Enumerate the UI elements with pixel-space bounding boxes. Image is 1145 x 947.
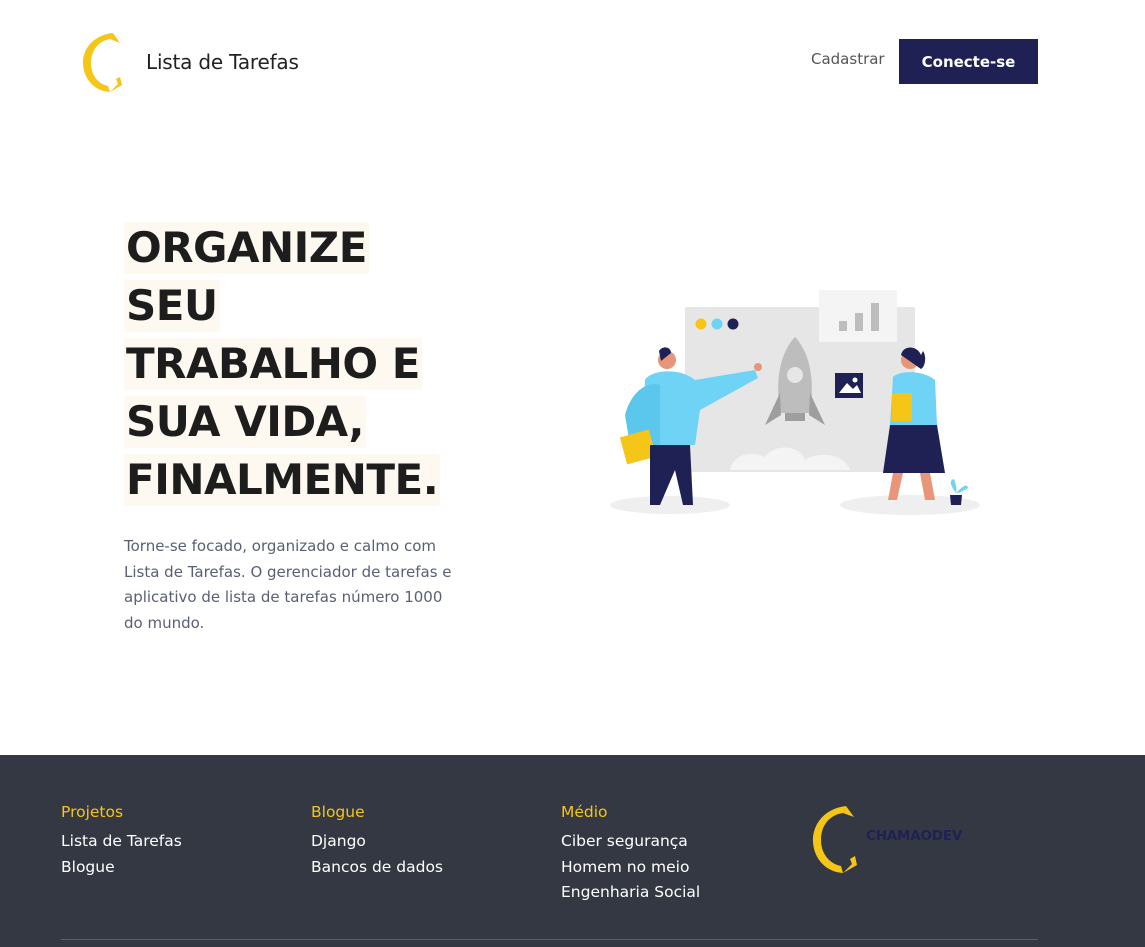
- hero-title: ORGANIZE SEU TRABALHO E SUA VIDA, FINALM…: [124, 222, 464, 512]
- hero-title-line: TRABALHO E: [124, 338, 422, 390]
- site-header: Lista de Tarefas Cadastrar Conecte-se: [0, 0, 1145, 125]
- footer-link[interactable]: Lista de Tarefas: [61, 829, 182, 855]
- footer-divider: [61, 939, 1038, 940]
- hero-illustration: [610, 290, 980, 515]
- brand-logo-icon: [82, 33, 122, 92]
- footer-column-title: Projetos: [61, 803, 124, 821]
- login-button[interactable]: Conecte-se: [899, 39, 1038, 84]
- hero-title-line: SUA VIDA,: [124, 396, 366, 448]
- footer-column-title: Médio: [561, 803, 608, 821]
- footer-column-projetos: Projetos Lista de Tarefas Blogue: [61, 803, 182, 880]
- hero-description: Torne-se focado, organizado e calmo com …: [124, 537, 452, 632]
- footer-column-title: Blogue: [311, 803, 365, 821]
- footer-link[interactable]: Blogue: [61, 855, 182, 881]
- footer-brand-name: CHAMAODEV: [866, 828, 963, 844]
- hero-title-line: FINALMENTE.: [124, 454, 441, 506]
- footer-column-blogue: Blogue Django Bancos de dados: [311, 803, 443, 880]
- hero-title-line: ORGANIZE: [124, 222, 369, 274]
- footer-column-medio: Médio Ciber segurança Homem no meio Enge…: [561, 803, 700, 906]
- footer-link[interactable]: Django: [311, 829, 443, 855]
- footer-link[interactable]: Homem no meio: [561, 855, 700, 881]
- hero-title-line: SEU: [124, 280, 220, 332]
- footer-logo-icon: [812, 806, 857, 873]
- footer-link[interactable]: Engenharia Social: [561, 880, 700, 906]
- site-footer: Projetos Lista de Tarefas Blogue Blogue …: [0, 755, 1145, 947]
- brand[interactable]: Lista de Tarefas: [80, 28, 299, 96]
- footer-link[interactable]: Ciber segurança: [561, 829, 700, 855]
- brand-name: Lista de Tarefas: [146, 50, 299, 74]
- footer-brand[interactable]: CHAMAODEV: [810, 802, 990, 877]
- register-link[interactable]: Cadastrar: [811, 50, 885, 68]
- footer-link[interactable]: Bancos de dados: [311, 855, 443, 881]
